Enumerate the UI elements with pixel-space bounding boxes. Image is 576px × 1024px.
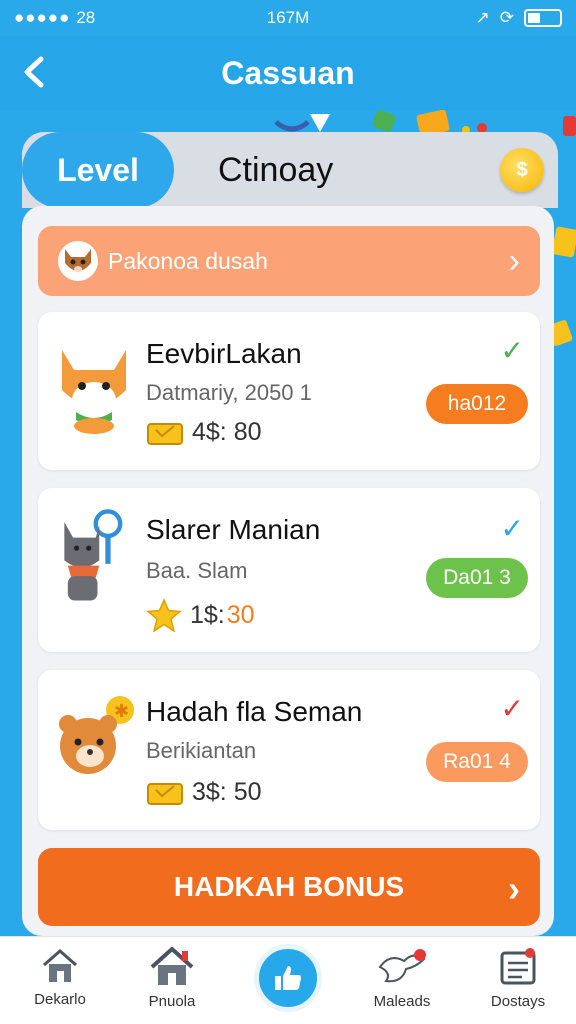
home-icon (43, 949, 77, 982)
card-title: Slarer Manian (146, 514, 321, 545)
card-price: 4$: 80 (146, 418, 262, 447)
list-item[interactable]: ✱ Hadah fla Seman Berikiantan 3$: 50 ✓ R… (38, 670, 540, 830)
svg-text:✱: ✱ (114, 701, 129, 722)
thumbs-up-icon (275, 966, 301, 990)
status-badge[interactable]: Ra01 4 (426, 742, 528, 782)
card-subtitle: Berikiantan (146, 738, 257, 763)
status-bar: ●●●●● 28 167M ↗ ⟳ (0, 0, 576, 36)
chevron-right-icon: › (508, 868, 520, 909)
chevron-right-icon: › (508, 241, 520, 280)
ticket-icon (147, 782, 183, 805)
bear-icon: ✱ (59, 696, 134, 774)
coin-icon[interactable]: $ (500, 148, 544, 192)
list-item[interactable]: EevbirLakan Datmariy, 2050 1 4$: 80 ✓ ha… (38, 312, 540, 470)
nav-label: Maleads (373, 993, 431, 1010)
nav-label: Pnuola (148, 993, 196, 1010)
nav-label: Dekarlo (34, 991, 86, 1008)
promo-text: Pakonoa dusah (108, 247, 268, 274)
page-title: Cassuan (221, 54, 355, 91)
house-icon (150, 947, 194, 985)
signal-text: 28 (76, 8, 96, 27)
bird-icon (378, 949, 426, 983)
rotation-lock-icon: ⟳ (499, 8, 514, 27)
card-title: Hadah fla Seman (146, 696, 363, 727)
nav-center-button[interactable] (254, 944, 322, 1012)
list-item[interactable]: Slarer Manian Baa. Slam 1$: 30 ✓ Da01 3 (38, 488, 540, 652)
ticket-icon (147, 422, 183, 445)
star-icon (146, 598, 182, 632)
card-price: 1$: 30 (146, 598, 255, 632)
battery-icon (524, 9, 562, 27)
status-badge[interactable]: Da01 3 (426, 558, 528, 598)
status-icons: ↗ ⟳ (362, 8, 562, 28)
fox-icon (62, 350, 126, 434)
calendar-icon (500, 948, 536, 985)
card-subtitle: Baa. Slam (146, 558, 248, 583)
tab-level[interactable]: Level (22, 132, 174, 208)
back-button[interactable] (14, 52, 54, 92)
cat-icon (64, 509, 123, 601)
signal-dots-icon: ●●●●● (14, 8, 71, 27)
promo-banner[interactable]: Pakonoa dusah › (38, 226, 540, 296)
checkmark-icon: ✓ (500, 335, 524, 366)
tabs-bar: Level Ctinoay $ (22, 132, 558, 208)
status-badge[interactable]: ha012 (426, 384, 528, 424)
card-subtitle: Datmariy, 2050 1 (146, 380, 312, 405)
nav-item-pnuola[interactable]: Pnuola (124, 947, 220, 1010)
card-price-text: 3$: 50 (192, 778, 262, 806)
nav-item-dekarlo[interactable]: Dekarlo (12, 947, 108, 1008)
card-title: EevbirLakan (146, 338, 302, 369)
fox-avatar-icon (58, 241, 98, 281)
nav-item-maleads[interactable]: Maleads (354, 947, 450, 1010)
location-icon: ↗ (475, 8, 490, 27)
status-time: 167M (266, 8, 310, 27)
card-price: 3$: 50 (146, 778, 262, 807)
signal-area: ●●●●● 28 (14, 8, 214, 28)
card-price-suffix: 30 (226, 600, 255, 629)
header: Cassuan (0, 36, 576, 110)
bonus-button-label: HADKAH BONUS (173, 871, 405, 902)
tab-ctinoay[interactable]: Ctinoay (218, 132, 333, 208)
nav-label: Dostays (490, 993, 546, 1010)
nav-item-dostays[interactable]: Dostays (470, 947, 566, 1010)
checkmark-icon: ✓ (500, 693, 524, 724)
card-price-text: 4$: 80 (192, 418, 262, 446)
chevron-left-icon (24, 56, 44, 88)
checkmark-icon: ✓ (500, 513, 524, 544)
card-price-prefix: 1$: (190, 600, 225, 629)
bonus-button[interactable]: HADKAH BONUS › (38, 848, 540, 926)
